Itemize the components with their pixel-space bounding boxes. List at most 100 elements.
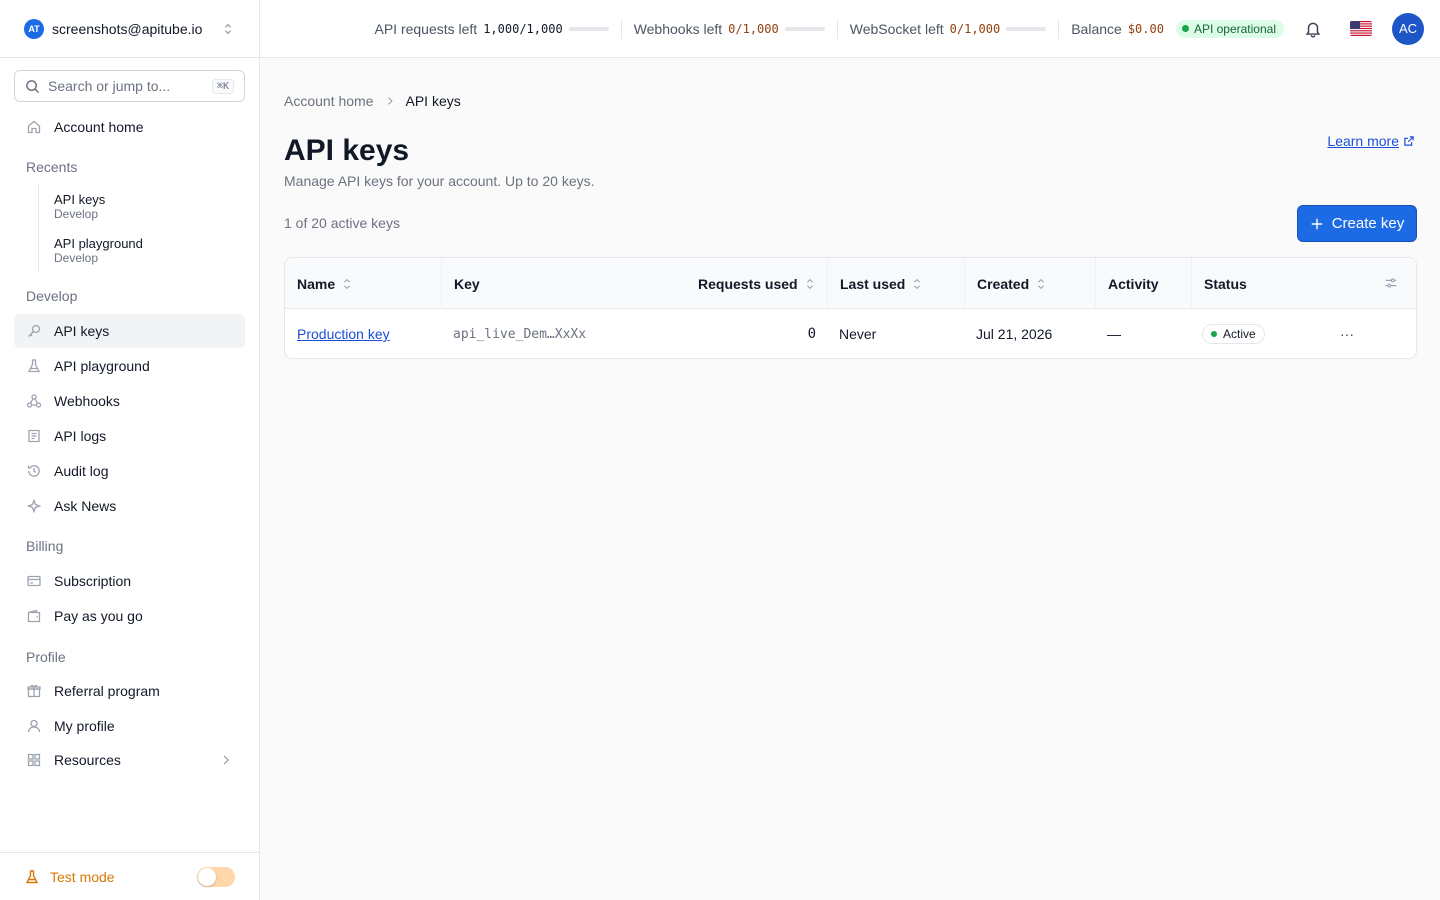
balance-value: $0.00	[1127, 21, 1164, 36]
status-badge: Active	[1202, 324, 1265, 344]
column-header-name[interactable]: Name	[297, 258, 352, 309]
api-keys-table: Name Key Requests used Last used Created…	[284, 257, 1417, 359]
key-icon	[26, 323, 42, 339]
bell-icon[interactable]	[1304, 20, 1322, 38]
sidebar-item-my-profile[interactable]: My profile	[14, 709, 245, 743]
sidebar-item-pay-as-you-go[interactable]: Pay as you go	[14, 599, 245, 633]
sidebar-item-label: Referral program	[54, 683, 160, 699]
row-actions-button[interactable]: ···	[1335, 323, 1359, 345]
sort-icon	[342, 277, 352, 291]
external-link-icon	[1403, 135, 1415, 147]
quota-label: WebSocket left	[849, 20, 944, 37]
column-header-created[interactable]: Created	[964, 258, 1046, 309]
websocket-quota: WebSocket left 0/1,000	[849, 20, 1047, 37]
learn-more-label: Learn more	[1327, 133, 1399, 149]
cell-status: Active	[1202, 309, 1265, 358]
quota-value: 0/1,000	[949, 21, 1001, 36]
grid-icon	[26, 752, 42, 768]
quota-label: Webhooks left	[633, 20, 723, 37]
flask-icon	[26, 358, 42, 374]
history-icon	[26, 463, 42, 479]
avatar[interactable]: AC	[1392, 12, 1424, 45]
divider	[620, 18, 622, 39]
column-header-last-used[interactable]: Last used	[827, 258, 922, 309]
section-label-profile: Profile	[26, 649, 66, 665]
sidebar: AT screenshots@apitube.io ⌘K Account hom…	[0, 0, 260, 900]
key-name-link[interactable]: Production key	[297, 326, 390, 342]
recent-item-api-playground[interactable]: API playground Develop	[54, 228, 238, 272]
sidebar-item-ask-news[interactable]: Ask News	[14, 489, 245, 523]
cell-name: Production key	[297, 309, 390, 358]
sidebar-item-label: Pay as you go	[54, 608, 143, 624]
search-icon	[25, 79, 40, 94]
sidebar-item-api-logs[interactable]: API logs	[14, 419, 245, 453]
sort-icon	[1036, 277, 1046, 291]
user-icon	[26, 718, 42, 734]
chevron-right-icon	[219, 753, 233, 767]
section-label-develop: Develop	[26, 288, 78, 304]
quota-value: 0/1,000	[728, 21, 779, 36]
section-label-billing: Billing	[26, 538, 64, 554]
credit-card-icon	[26, 573, 42, 589]
webhook-icon	[26, 393, 42, 409]
sparkle-icon	[26, 498, 42, 514]
create-key-label: Create key	[1331, 215, 1405, 232]
sidebar-item-audit-log[interactable]: Audit log	[14, 454, 245, 488]
search-shortcut: ⌘K	[211, 78, 234, 94]
column-settings-icon[interactable]	[1384, 276, 1398, 290]
divider	[1058, 18, 1060, 39]
sidebar-item-webhooks[interactable]: Webhooks	[14, 384, 245, 418]
balance: Balance $0.00	[1071, 21, 1164, 37]
divider	[836, 18, 838, 39]
table-row: Production key api_live_Dem…XxXx 0 Never…	[285, 309, 1416, 358]
sidebar-item-label: My profile	[54, 718, 115, 734]
home-icon	[26, 119, 42, 135]
sidebar-item-subscription[interactable]: Subscription	[14, 564, 245, 598]
breadcrumb-current: API keys	[405, 93, 461, 109]
sidebar-item-referral-program[interactable]: Referral program	[14, 674, 245, 708]
sidebar-item-label: Account home	[54, 119, 144, 135]
key-value: api_live_Dem…XxXx	[453, 326, 587, 342]
sidebar-item-api-keys[interactable]: API keys	[14, 314, 245, 348]
test-mode-bar: Test mode	[0, 852, 259, 900]
learn-more-link[interactable]: Learn more	[1327, 133, 1415, 149]
create-key-button[interactable]: Create key	[1297, 205, 1417, 242]
account-switcher[interactable]: AT screenshots@apitube.io	[0, 0, 259, 58]
sidebar-item-api-playground[interactable]: API playground	[14, 349, 245, 383]
gift-icon	[26, 683, 42, 699]
status-dot	[1181, 25, 1189, 32]
us-flag-icon[interactable]	[1350, 21, 1372, 36]
column-header-requests-used[interactable]: Requests used	[698, 258, 815, 309]
sidebar-item-resources[interactable]: Resources	[14, 743, 245, 777]
test-mode-label: Test mode	[50, 868, 115, 885]
toggle-knob	[198, 867, 216, 886]
cell-requests-used: 0	[698, 309, 816, 358]
cell-created: Jul 21, 2026	[976, 326, 1053, 342]
search-input[interactable]	[48, 78, 212, 94]
test-mode-toggle[interactable]	[197, 866, 235, 887]
sidebar-item-label: API keys	[54, 323, 110, 339]
cell-activity: —	[1107, 326, 1121, 342]
status-text: Active	[1223, 327, 1256, 341]
search-box[interactable]: ⌘K	[14, 70, 245, 102]
sort-icon	[912, 277, 922, 291]
recent-item-api-keys[interactable]: API keys Develop	[54, 184, 238, 228]
recents-list: API keys Develop API playground Develop	[38, 184, 238, 272]
wallet-icon	[26, 608, 42, 624]
column-header-status: Status	[1191, 258, 1247, 309]
balance-label: Balance	[1071, 20, 1122, 37]
breadcrumb-account-home[interactable]: Account home	[284, 93, 374, 109]
sidebar-item-label: Ask News	[54, 498, 117, 514]
webhooks-quota: Webhooks left 0/1,000	[634, 21, 825, 37]
page-title: API keys	[284, 134, 410, 167]
column-header-activity: Activity	[1095, 258, 1159, 309]
api-status-badge[interactable]: API operational	[1175, 19, 1284, 38]
section-label-recents: Recents	[26, 159, 78, 175]
quota-bar	[1006, 26, 1047, 31]
sidebar-item-label: Subscription	[54, 573, 132, 589]
cell-key: api_live_Dem…XxXx	[453, 309, 587, 358]
active-keys-count: 1 of 20 active keys	[284, 215, 400, 231]
api-requests-quota: API requests left 1,000/1,000	[374, 21, 609, 37]
sidebar-item-label: Audit log	[54, 463, 109, 479]
sidebar-item-account-home[interactable]: Account home	[14, 110, 245, 144]
